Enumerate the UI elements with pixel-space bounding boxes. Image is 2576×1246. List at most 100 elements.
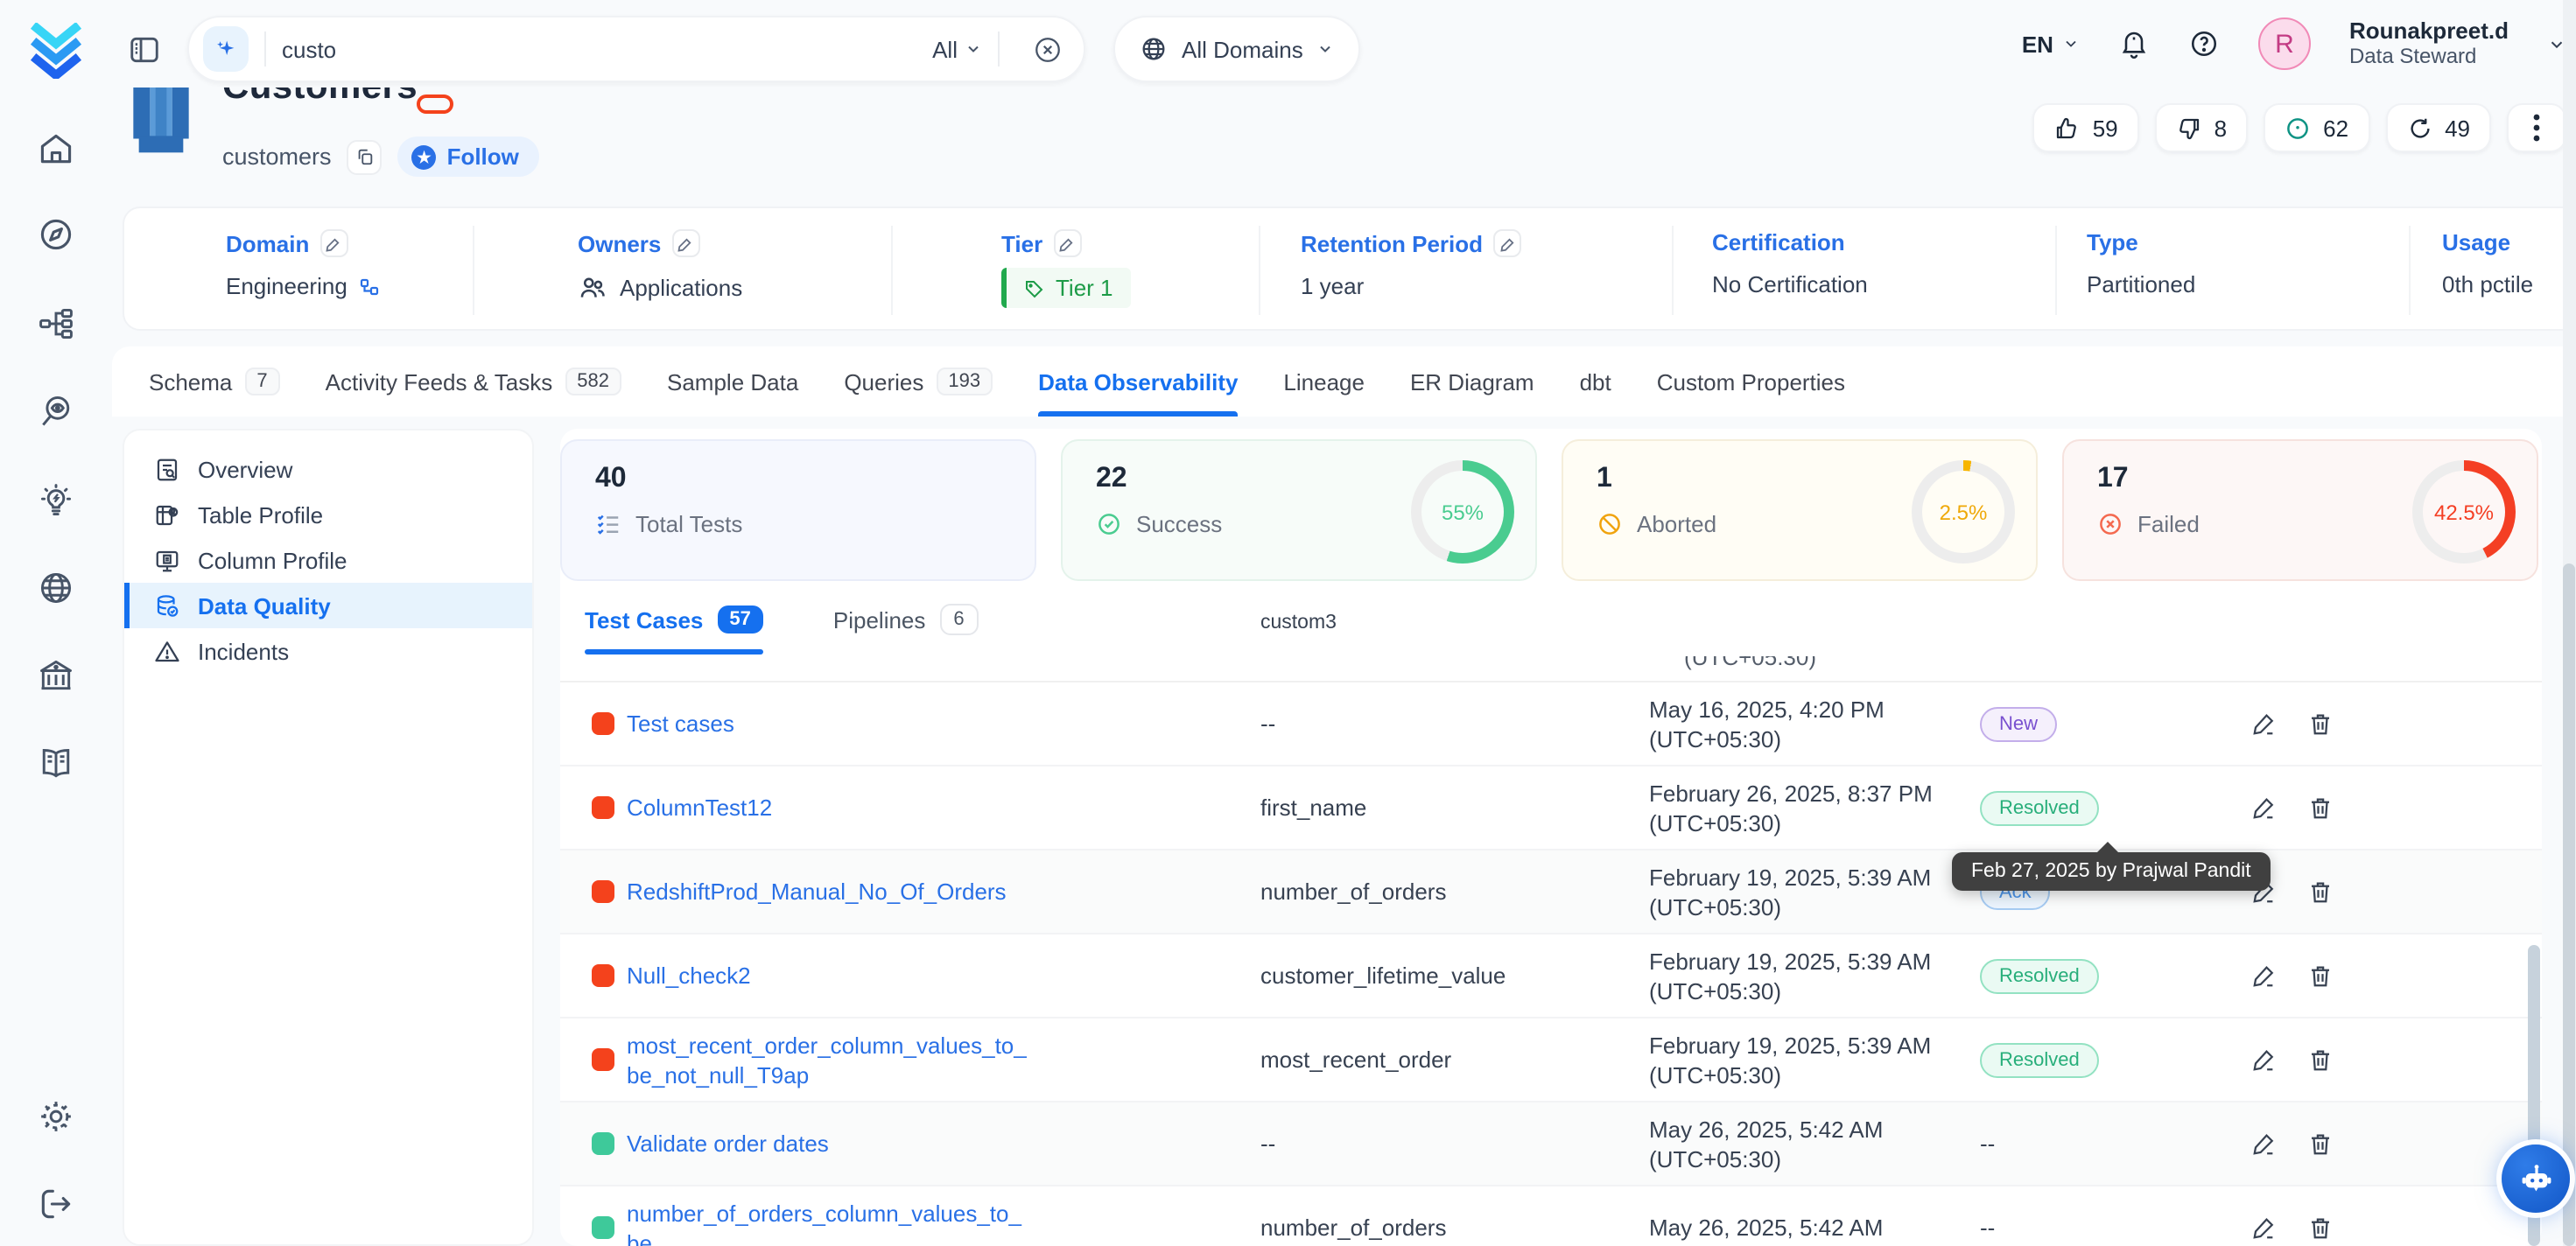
nav-lineage[interactable]: [37, 304, 75, 343]
upvote-button[interactable]: 59: [2033, 103, 2139, 152]
nav-domains[interactable]: [37, 569, 75, 607]
edit-retention-icon[interactable]: [1493, 229, 1521, 257]
usage-label: Usage: [2442, 229, 2510, 256]
edit-icon[interactable]: [2251, 1214, 2278, 1241]
table-row[interactable]: most_recent_order_column_values_to_be_no…: [560, 1018, 2542, 1102]
tab-pipelines[interactable]: Pipelines 6: [833, 604, 979, 656]
incident-badge[interactable]: Resolved: [1980, 790, 2099, 825]
row-status-square: [592, 880, 614, 903]
test-case-name[interactable]: Validate order dates: [627, 1129, 1033, 1158]
aborted-donut: 2.5%: [1912, 460, 2015, 564]
app-logo[interactable]: [30, 23, 82, 79]
follow-label: Follow: [447, 144, 519, 170]
delete-icon[interactable]: [2307, 710, 2334, 737]
observability-subnav: Overview Table Profile Column Profile Da…: [123, 429, 534, 1246]
help-button[interactable]: [2188, 28, 2220, 60]
nav-observability[interactable]: [37, 392, 75, 430]
language-dropdown[interactable]: EN: [2022, 31, 2080, 57]
owners-value[interactable]: Applications: [620, 275, 742, 301]
tab-sample-data[interactable]: Sample Data: [667, 346, 798, 416]
insight-bulb-icon: [37, 481, 75, 520]
edit-icon[interactable]: [2251, 1130, 2278, 1157]
delete-icon[interactable]: [2307, 962, 2334, 989]
last-run-tz: (UTC+05:30): [1649, 1145, 1781, 1172]
tab-er-diagram[interactable]: ER Diagram: [1410, 346, 1534, 416]
incident-badge[interactable]: Resolved: [1980, 1042, 2099, 1077]
last-run-date: February 19, 2025, 5:39 AM: [1649, 864, 1931, 890]
subnav-item-data-quality[interactable]: Data Quality: [124, 583, 532, 628]
tab-queries[interactable]: Queries193: [844, 346, 993, 416]
chatbot-button[interactable]: [2502, 1144, 2570, 1213]
tab-dbt[interactable]: dbt: [1580, 346, 1611, 416]
subnav-item-overview[interactable]: Overview: [124, 446, 532, 492]
tab-lineage[interactable]: Lineage: [1283, 346, 1365, 416]
user-avatar[interactable]: R: [2258, 18, 2311, 70]
edit-icon[interactable]: [2251, 794, 2278, 821]
test-case-name[interactable]: ColumnTest12: [627, 793, 1033, 822]
refresh-button[interactable]: 49: [2385, 103, 2491, 152]
test-case-name[interactable]: Null_check2: [627, 961, 1033, 990]
edit-icon[interactable]: [2251, 962, 2278, 989]
downvote-button[interactable]: 8: [2155, 103, 2248, 152]
watch-button[interactable]: 62: [2264, 103, 2369, 152]
tab-activity-feeds[interactable]: Activity Feeds & Tasks582: [326, 346, 621, 416]
search-input[interactable]: custo: [282, 36, 932, 62]
tab-test-cases[interactable]: Test Cases 57: [585, 606, 763, 654]
nav-explore[interactable]: [37, 215, 75, 254]
incident-badge[interactable]: --: [1980, 1214, 1995, 1240]
nav-glossary[interactable]: [37, 744, 75, 782]
test-case-name[interactable]: RedshiftProd_Manual_No_Of_Orders: [627, 877, 1033, 906]
table-row[interactable]: ColumnTest12 first_name February 26, 202…: [560, 766, 2542, 850]
tab-data-observability[interactable]: Data Observability: [1038, 346, 1238, 416]
clear-search-icon[interactable]: [1033, 34, 1063, 64]
test-case-name[interactable]: Test cases: [627, 709, 1033, 738]
logout-button[interactable]: [37, 1185, 75, 1223]
edit-icon[interactable]: [2251, 710, 2278, 737]
success-label: Success: [1136, 511, 1222, 537]
floating-label-custom3: custom3: [1260, 612, 1337, 634]
page-scrollbar-thumb[interactable]: [2563, 564, 2575, 1246]
domain-value[interactable]: Engineering: [226, 273, 347, 299]
tier-tag[interactable]: Tier 1: [1001, 268, 1131, 308]
subnav-item-incidents[interactable]: Incidents: [124, 628, 532, 674]
tab-custom-properties[interactable]: Custom Properties: [1657, 346, 1845, 416]
sidebar-toggle-icon[interactable]: [128, 33, 161, 66]
edit-owners-icon[interactable]: [671, 229, 699, 257]
search-scope-dropdown[interactable]: All: [932, 36, 982, 62]
nav-settings[interactable]: [37, 1097, 75, 1136]
edit-tier-icon[interactable]: [1053, 229, 1081, 257]
tab-schema[interactable]: Schema7: [149, 346, 280, 416]
delete-icon[interactable]: [2307, 1214, 2334, 1241]
more-actions-button[interactable]: [2507, 103, 2566, 152]
nav-insights[interactable]: [37, 481, 75, 520]
user-info[interactable]: Rounakpreet.d Data Steward: [2349, 18, 2509, 70]
copy-icon[interactable]: [347, 139, 383, 174]
delete-icon[interactable]: [2307, 878, 2334, 905]
entity-tabs: Schema7 Activity Feeds & Tasks582 Sample…: [112, 346, 2576, 416]
global-search[interactable]: custo All: [187, 16, 1085, 82]
edit-domain-icon[interactable]: [319, 229, 347, 257]
table-row[interactable]: Null_check2 customer_lifetime_value Febr…: [560, 934, 2542, 1018]
subnav-item-column-profile[interactable]: Column Profile: [124, 537, 532, 583]
test-case-name[interactable]: number_of_orders_column_values_to_be_: [627, 1198, 1033, 1246]
team-icon: [578, 273, 607, 303]
delete-icon[interactable]: [2307, 794, 2334, 821]
follow-button[interactable]: ★ Follow: [398, 136, 540, 177]
incident-badge[interactable]: Resolved: [1980, 958, 2099, 993]
test-case-name[interactable]: most_recent_order_column_values_to_be_no…: [627, 1030, 1033, 1089]
nav-home[interactable]: [37, 130, 75, 168]
edit-icon[interactable]: [2251, 1046, 2278, 1073]
ai-sparkle-icon[interactable]: [203, 26, 249, 72]
notifications-button[interactable]: [2118, 28, 2150, 60]
delete-icon[interactable]: [2307, 1046, 2334, 1073]
domains-dropdown[interactable]: All Domains: [1113, 16, 1361, 82]
table-row[interactable]: number_of_orders_column_values_to_be_ nu…: [560, 1186, 2542, 1246]
tier-value: Tier 1: [1056, 275, 1113, 301]
table-row[interactable]: Validate order dates -- May 26, 2025, 5:…: [560, 1102, 2542, 1186]
nav-governance[interactable]: [37, 656, 75, 695]
incident-badge[interactable]: New: [1980, 706, 2057, 741]
incident-badge[interactable]: --: [1980, 1130, 1995, 1156]
table-row[interactable]: Test cases -- May 16, 2025, 4:20 PM(UTC+…: [560, 682, 2542, 766]
subnav-item-table-profile[interactable]: Table Profile: [124, 492, 532, 537]
delete-icon[interactable]: [2307, 1130, 2334, 1157]
